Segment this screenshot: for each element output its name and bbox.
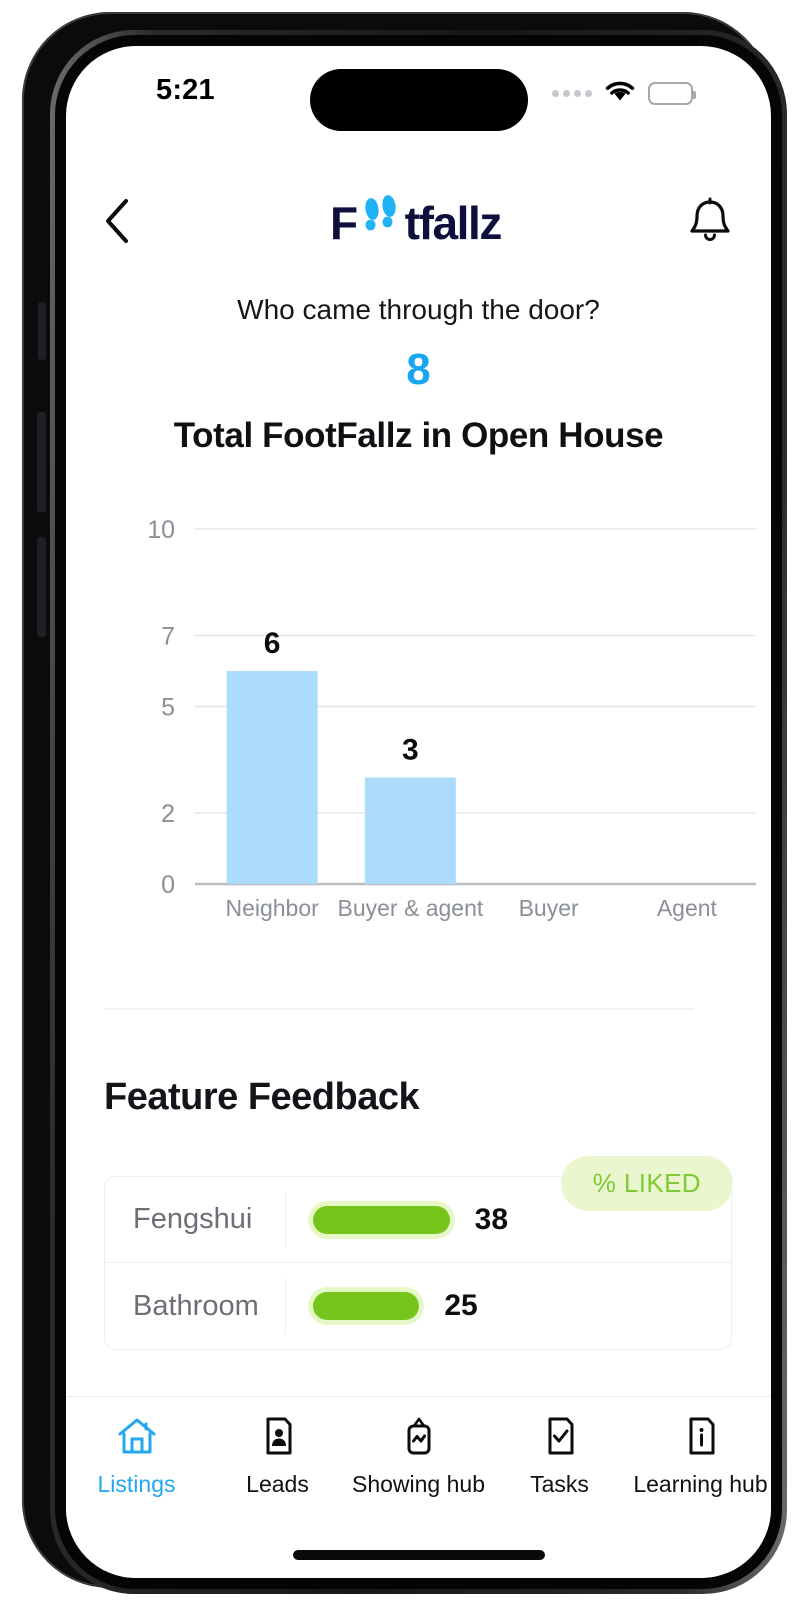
contact-card-icon	[257, 1415, 299, 1462]
nav-item-label: Leads	[246, 1471, 309, 1497]
feature-feedback-bar-track	[308, 1200, 455, 1239]
silent-switch-button[interactable]	[38, 302, 46, 360]
status-time: 5:21	[156, 74, 215, 106]
dynamic-island	[309, 69, 528, 131]
chart-bars	[226, 671, 456, 884]
feature-feedback-bar-cell: 25	[285, 1278, 731, 1334]
svg-text:5: 5	[161, 694, 175, 722]
nav-item-learning-hub[interactable]: Learning hub	[631, 1415, 771, 1498]
chart-x-axis-labels: Neighbor Buyer & agent Buyer Agent	[225, 895, 717, 921]
svg-text:6: 6	[264, 627, 281, 660]
question-label: Who came through the door?	[237, 294, 600, 325]
percent-liked-badge: % LIKED	[560, 1156, 733, 1211]
chart-x-label: Buyer & agent	[337, 895, 483, 921]
bell-icon	[687, 193, 733, 250]
nav-item-label: Listings	[97, 1471, 176, 1497]
chart-y-axis-labels: 0 2 5 7 10	[147, 516, 175, 899]
chart-x-label: Agent	[657, 895, 718, 921]
svg-text:2: 2	[161, 800, 175, 828]
phone-screen: 5:21 F tfallz Who came through the door?…	[66, 46, 771, 1578]
nav-item-leads[interactable]: Leads	[208, 1415, 348, 1498]
feature-feedback-bar-fill	[313, 1205, 450, 1234]
svg-text:10: 10	[147, 516, 175, 544]
app-header: F tfallz	[66, 166, 771, 276]
brand-logo: F tfallz	[329, 193, 503, 250]
battery-icon	[648, 81, 696, 105]
cellular-dots-icon	[552, 89, 592, 97]
phone-frame: 5:21 F tfallz Who came through the door?…	[22, 12, 787, 1594]
feature-feedback-value: 38	[474, 1202, 509, 1236]
volume-down-button[interactable]	[37, 537, 46, 637]
svg-text:0: 0	[161, 871, 175, 899]
home-indicator[interactable]	[292, 1550, 545, 1560]
info-document-icon	[680, 1415, 722, 1462]
nav-item-listings[interactable]: Listings	[67, 1415, 207, 1498]
nav-item-label: Showing hub	[352, 1471, 485, 1497]
nav-item-label: Learning hub	[633, 1471, 768, 1497]
tv-icon	[398, 1415, 440, 1462]
status-bar: 5:21	[66, 46, 771, 131]
footprints-icon	[358, 193, 404, 239]
svg-text:3: 3	[402, 734, 419, 767]
status-indicators	[552, 78, 696, 108]
main-content: Who came through the door? 8 Total FootF…	[66, 276, 771, 1396]
logo-text-suffix: tfallz	[404, 196, 503, 249]
checklist-document-icon	[539, 1415, 581, 1462]
chart-x-label: Neighbor	[225, 895, 319, 921]
chart-x-label: Buyer	[519, 895, 579, 921]
feature-feedback-bar-track	[308, 1287, 425, 1325]
feature-feedback-row: Bathroom 25	[105, 1263, 731, 1349]
feature-feedback-bar-fill	[313, 1292, 420, 1320]
svg-text:7: 7	[161, 623, 175, 651]
home-icon	[116, 1415, 158, 1462]
chart-bar	[226, 671, 318, 884]
feature-feedback-label: Bathroom	[133, 1289, 259, 1322]
volume-up-button[interactable]	[37, 412, 46, 512]
footfall-bar-chart: 0 2 5 7 10 6 3 Neighbor Buyer & agent Buyer Agen…	[66, 491, 771, 921]
nav-item-tasks[interactable]: Tasks	[490, 1415, 630, 1498]
total-count-value: 8	[406, 345, 431, 394]
feature-feedback-label: Fengshui	[133, 1203, 253, 1235]
back-button[interactable]	[104, 192, 152, 250]
feature-feedback-title: Feature Feedback	[104, 1076, 420, 1118]
notifications-bell-button[interactable]	[679, 192, 733, 250]
feature-feedback-value: 25	[444, 1289, 478, 1322]
wifi-icon	[603, 78, 637, 108]
section-divider	[104, 1008, 694, 1010]
nav-item-label: Tasks	[530, 1471, 589, 1497]
logo-text-prefix: F	[329, 196, 358, 249]
nav-item-showing-hub[interactable]: Showing hub	[349, 1415, 489, 1498]
bar-chart-svg: 0 2 5 7 10 6 3 Neighbor Buyer & agent Buyer Agen…	[147, 516, 756, 921]
chart-bar	[364, 777, 456, 884]
total-count-caption: Total FootFallz in Open House	[173, 416, 664, 455]
